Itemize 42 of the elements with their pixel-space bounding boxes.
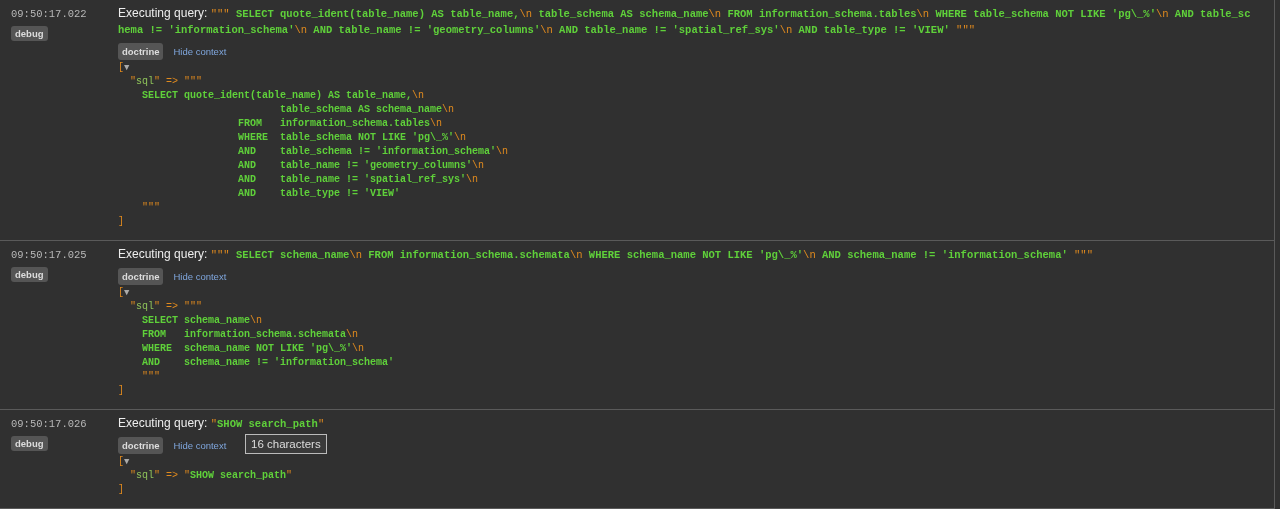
code-line: WHERE schema_name NOT LIKE 'pg\_%'\n — [141, 342, 365, 356]
code-line: FROM information_schema.tables\n — [237, 117, 443, 131]
log-message: Executing query: """ SELECT schema_name\n FROM information_schema.schemata\n WHERE schema_name NOT LIKE 'pg\_%'\n AND schema_name != 'information_schema' """ — [118, 247, 1094, 263]
code-line: """ — [141, 370, 160, 384]
code-line: AND table_schema != 'information_schema'\n — [237, 145, 509, 159]
close-bracket: ] — [118, 484, 124, 495]
timestamp: 09:50:17.025 — [11, 248, 87, 263]
channel-badge: doctrine — [118, 437, 164, 454]
code-line: "sql" => "SHOW search_path" — [129, 469, 293, 483]
channel-badge: doctrine — [118, 43, 164, 60]
timestamp: 09:50:17.026 — [11, 417, 87, 432]
open-bracket: [ — [118, 287, 124, 298]
code-line: AND table_name != 'spatial_ref_sys'\n — [237, 173, 479, 187]
timestamp: 09:50:17.022 — [11, 7, 87, 22]
hide-context-link[interactable]: Hide context — [173, 440, 227, 451]
channel-badge: doctrine — [118, 268, 164, 285]
close-bracket: ] — [118, 385, 124, 396]
code-line: "sql" => """ — [129, 75, 203, 89]
hide-context-link[interactable]: Hide context — [173, 271, 227, 282]
log-message: Executing query: "SHOW search_path" — [118, 416, 326, 432]
code-line: table_schema AS schema_name\n — [279, 103, 455, 117]
close-bracket: ] — [118, 216, 124, 227]
level-badge: debug — [11, 26, 48, 41]
code-line: FROM information_schema.schemata\n — [141, 328, 359, 342]
code-line: """ — [141, 201, 160, 215]
code-line: SELECT quote_ident(table_name) AS table_name,\n — [141, 89, 425, 103]
open-bracket: [ — [118, 62, 124, 73]
toggle-button[interactable]: ▼ — [124, 457, 130, 467]
level-badge: debug — [11, 436, 48, 451]
code-line: "sql" => """ — [129, 300, 203, 314]
log-message: Executing query: """ SELECT quote_ident(table_name) AS table_name,\n table_schema AS schema_name\n FROM information_schema.tables\n WHERE table_schema NOT LIKE 'pg\_%'\n AND table_schema != 'information_schema'\n AND table_name != 'geometry_columns'\n AND table_name != 'spatial_ref_sys'\n AND table_type != 'VIEW' """ — [118, 6, 1252, 38]
code-line: AND table_name != 'geometry_columns'\n — [237, 159, 485, 173]
code-line: WHERE table_schema NOT LIKE 'pg\_%'\n — [237, 131, 467, 145]
toggle-button[interactable]: ▼ — [124, 63, 130, 73]
code-line: SELECT schema_name\n — [141, 314, 263, 328]
tooltip: 16 characters — [245, 434, 327, 454]
code-line: AND schema_name != 'information_schema' — [141, 356, 395, 370]
hide-context-link[interactable]: Hide context — [173, 46, 227, 57]
open-bracket: [ — [118, 456, 124, 467]
code-line: AND table_type != 'VIEW' — [237, 187, 401, 201]
toggle-button[interactable]: ▼ — [124, 288, 130, 298]
level-badge: debug — [11, 267, 48, 282]
